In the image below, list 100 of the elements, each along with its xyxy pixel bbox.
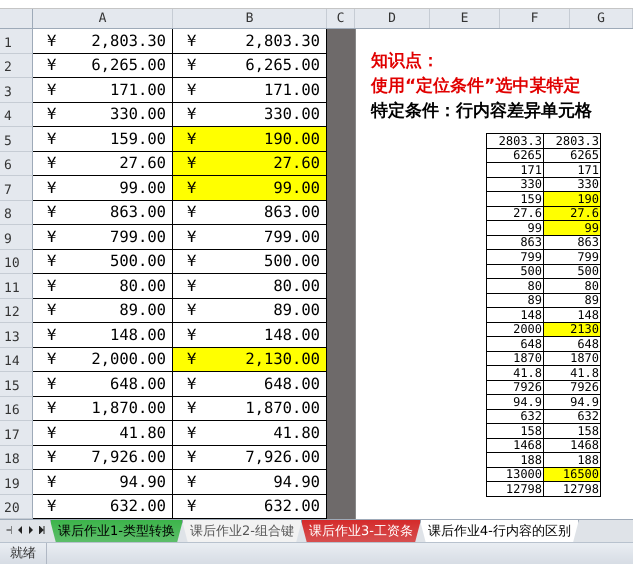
table-cell: 188 bbox=[544, 452, 600, 467]
row-header[interactable]: 16 bbox=[0, 396, 33, 421]
scroll-right-icon[interactable] bbox=[28, 526, 34, 534]
row-header[interactable]: 17 bbox=[0, 421, 33, 446]
table-cell: 6265 bbox=[486, 148, 544, 162]
table-cell: ¥ 27.60 bbox=[173, 152, 327, 176]
table-cell: ¥ 94.90 bbox=[33, 470, 173, 494]
column-header[interactable]: A bbox=[33, 9, 173, 28]
row-header[interactable]: 11 bbox=[0, 274, 33, 298]
table-cell: 2000 bbox=[486, 322, 544, 336]
table-cell: ¥ 863.00 bbox=[33, 200, 173, 225]
table-cell: ¥ 2,803.30 bbox=[33, 29, 173, 54]
row-header[interactable]: 14 bbox=[0, 348, 33, 372]
note-text: 知识点： bbox=[371, 50, 440, 73]
row-header[interactable]: 20 bbox=[0, 494, 33, 519]
table-cell: 799 bbox=[486, 250, 544, 264]
table-cell: 1468 bbox=[544, 438, 600, 452]
table-cell: 2803.3 bbox=[544, 134, 600, 148]
table-cell: 27.6 bbox=[486, 206, 544, 220]
table-cell: 148 bbox=[486, 308, 544, 322]
table-cell: ¥ 648.00 bbox=[33, 372, 173, 396]
row-header[interactable]: 3 bbox=[0, 78, 33, 102]
table-cell: ¥ 500.00 bbox=[33, 250, 173, 274]
table-cell: 80 bbox=[544, 278, 600, 293]
note-text: 使用“定位条件”选中某特定 bbox=[371, 75, 582, 98]
column-header[interactable]: D bbox=[355, 9, 430, 28]
row-header[interactable]: 19 bbox=[0, 470, 33, 494]
table-cell: 16500 bbox=[544, 467, 600, 482]
table-cell: 7926 bbox=[486, 380, 544, 394]
row-header[interactable]: 18 bbox=[0, 446, 33, 470]
table-cell: ¥ 7,926.00 bbox=[33, 446, 173, 470]
row-header[interactable]: 13 bbox=[0, 323, 33, 348]
table-cell: 158 bbox=[486, 424, 544, 438]
table-cell: 648 bbox=[486, 336, 544, 351]
table-cell: ¥ 6,265.00 bbox=[33, 54, 173, 78]
table-cell: 80 bbox=[486, 278, 544, 293]
row-header[interactable]: 2 bbox=[0, 54, 33, 78]
row-header[interactable]: 6 bbox=[0, 152, 33, 176]
column-header[interactable]: F bbox=[500, 9, 570, 28]
table-cell: 12798 bbox=[486, 482, 544, 496]
table-cell: 863 bbox=[486, 235, 544, 250]
table-cell: 500 bbox=[486, 264, 544, 278]
note-text: 特定条件：行内容差异单元格 bbox=[371, 100, 593, 123]
table-cell: 148 bbox=[544, 308, 600, 322]
table-cell: 41.8 bbox=[544, 366, 600, 380]
table-cell: 7926 bbox=[544, 380, 600, 394]
table-cell: ¥ 2,130.00 bbox=[173, 348, 327, 372]
table-cell: 94.9 bbox=[486, 394, 544, 409]
table-cell: ¥ 89.00 bbox=[33, 298, 173, 323]
sheet-tab[interactable]: 课后作业4-行内容的区别 bbox=[420, 520, 579, 542]
scroll-right-icon[interactable] bbox=[39, 526, 45, 534]
table-cell: ¥ 99.00 bbox=[173, 176, 327, 200]
row-header[interactable]: 15 bbox=[0, 372, 33, 396]
sheet-tab[interactable]: 课后作业1-类型转换 bbox=[50, 520, 183, 542]
table-cell: 159 bbox=[486, 192, 544, 206]
table-cell: 171 bbox=[544, 162, 600, 177]
table-cell: 1870 bbox=[486, 351, 544, 366]
table-cell: 1870 bbox=[544, 351, 600, 366]
column-header[interactable]: B bbox=[173, 9, 327, 28]
table-cell: ¥ 41.80 bbox=[33, 421, 173, 446]
table-cell: 330 bbox=[486, 177, 544, 192]
scroll-left-icon[interactable] bbox=[6, 526, 12, 534]
table-cell: ¥ 1,870.00 bbox=[33, 396, 173, 421]
table-cell: 6265 bbox=[544, 148, 600, 162]
table-cell: 648 bbox=[544, 336, 600, 351]
row-header[interactable]: 12 bbox=[0, 298, 33, 323]
table-cell: 27.6 bbox=[544, 206, 600, 220]
table-cell: ¥ 148.00 bbox=[33, 323, 173, 348]
row-header[interactable]: 9 bbox=[0, 225, 33, 250]
table-cell: 863 bbox=[544, 235, 600, 250]
row-header[interactable]: 8 bbox=[0, 200, 33, 225]
table-cell: 99 bbox=[544, 220, 600, 235]
table-cell: 99 bbox=[486, 220, 544, 235]
table-cell: ¥ 190.00 bbox=[173, 127, 327, 152]
table-cell: ¥ 330.00 bbox=[33, 102, 173, 127]
table-cell: 188 bbox=[486, 452, 544, 467]
table-cell: 171 bbox=[486, 162, 544, 177]
table-cell: ¥ 80.00 bbox=[33, 274, 173, 298]
table-cell: 12798 bbox=[544, 482, 600, 496]
table-cell: 89 bbox=[544, 293, 600, 308]
column-header[interactable]: C bbox=[327, 9, 355, 28]
sheet-tab[interactable]: 课后作业2-组合键 bbox=[182, 520, 302, 542]
table-cell: ¥ 171.00 bbox=[33, 78, 173, 102]
row-header[interactable]: 4 bbox=[0, 102, 33, 127]
table-cell: 799 bbox=[544, 250, 600, 264]
table-cell: 1468 bbox=[486, 438, 544, 452]
row-header[interactable]: 1 bbox=[0, 29, 33, 54]
scroll-left-icon[interactable] bbox=[17, 526, 23, 534]
table-cell: 2803.3 bbox=[486, 134, 544, 148]
table-cell: 632 bbox=[486, 409, 544, 424]
row-header[interactable]: 10 bbox=[0, 250, 33, 274]
row-header[interactable]: 5 bbox=[0, 127, 33, 152]
sheet-tab[interactable]: 课后作业3-工资条 bbox=[300, 520, 421, 542]
column-header[interactable]: G bbox=[570, 9, 633, 28]
column-header[interactable]: E bbox=[430, 9, 500, 28]
table-cell: 2130 bbox=[544, 322, 600, 336]
status-text: 就绪 bbox=[0, 543, 47, 564]
row-header[interactable]: 7 bbox=[0, 176, 33, 200]
table-cell: ¥ 799.00 bbox=[33, 225, 173, 250]
table-cell: 13000 bbox=[486, 467, 544, 482]
